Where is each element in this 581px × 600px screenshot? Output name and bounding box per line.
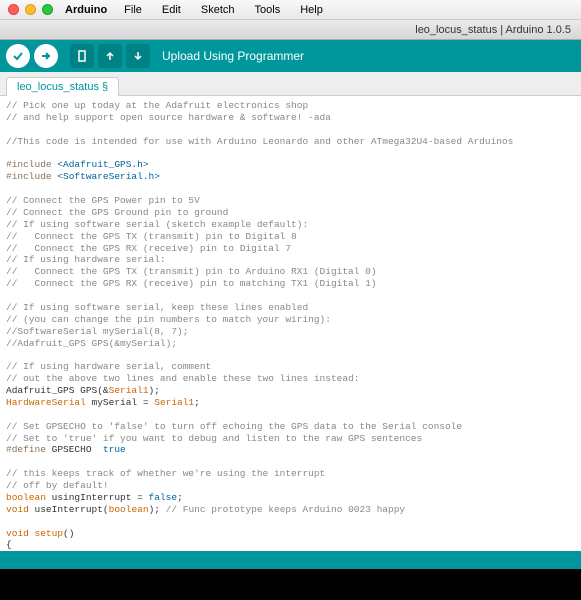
check-icon bbox=[11, 49, 25, 63]
menu-tools[interactable]: Tools bbox=[248, 4, 288, 16]
menu-edit[interactable]: Edit bbox=[155, 4, 188, 16]
toolbar-status-text: Upload Using Programmer bbox=[162, 49, 304, 63]
code-editor[interactable]: // Pick one up today at the Adafruit ele… bbox=[0, 96, 581, 551]
file-icon bbox=[75, 49, 89, 63]
arrow-right-icon bbox=[39, 49, 53, 63]
arrow-down-icon bbox=[131, 49, 145, 63]
open-button[interactable] bbox=[98, 44, 122, 68]
menu-help[interactable]: Help bbox=[293, 4, 330, 16]
arrow-up-icon bbox=[103, 49, 117, 63]
console-area bbox=[0, 569, 581, 600]
menu-file[interactable]: File bbox=[117, 4, 149, 16]
save-button[interactable] bbox=[126, 44, 150, 68]
window-titlebar: leo_locus_status | Arduino 1.0.5 bbox=[0, 20, 581, 40]
menu-sketch[interactable]: Sketch bbox=[194, 4, 242, 16]
window-controls bbox=[8, 4, 53, 15]
verify-button[interactable] bbox=[6, 44, 30, 68]
app-name[interactable]: Arduino bbox=[65, 4, 107, 16]
close-icon[interactable] bbox=[8, 4, 19, 15]
minimize-icon[interactable] bbox=[25, 4, 36, 15]
tab-bar: leo_locus_status § bbox=[0, 72, 581, 96]
mac-menubar: Arduino File Edit Sketch Tools Help bbox=[0, 0, 581, 20]
status-bar bbox=[0, 551, 581, 569]
zoom-icon[interactable] bbox=[42, 4, 53, 15]
toolbar: Upload Using Programmer bbox=[0, 40, 581, 72]
tab-active[interactable]: leo_locus_status § bbox=[6, 77, 119, 96]
window-title: leo_locus_status | Arduino 1.0.5 bbox=[415, 24, 571, 36]
upload-button[interactable] bbox=[34, 44, 58, 68]
new-button[interactable] bbox=[70, 44, 94, 68]
